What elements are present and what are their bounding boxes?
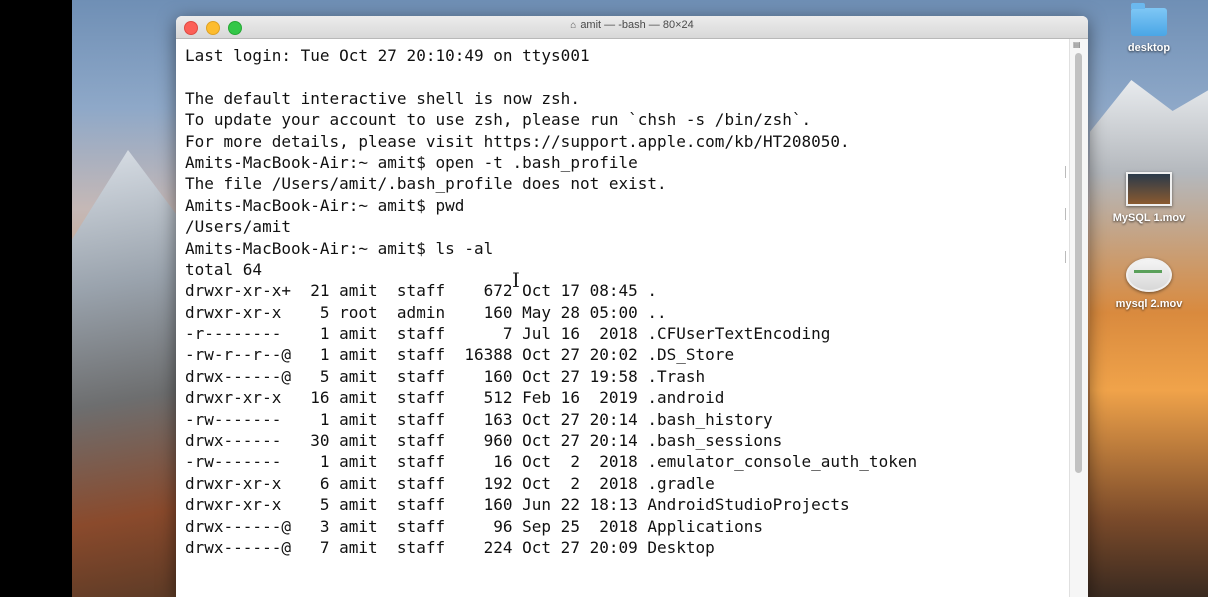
terminal-line: /Users/amit [185,217,291,237]
terminal-line: drwxr-xr-x 6 amit staff 192 Oct 2 2018 .… [185,473,715,493]
window-title-text: amit — -bash — 80×24 [580,19,694,31]
home-icon: ⌂ [570,20,577,31]
desktop-video-item-2[interactable]: mysql 2.mov [1090,258,1208,310]
terminal-line: drwx------@ 3 amit staff 96 Sep 25 2018 … [185,516,763,536]
terminal-line: drwxr-xr-x+ 21 amit staff 672 Oct 17 08:… [185,281,658,301]
vertical-scrollbar[interactable]: ▤ [1069,39,1088,597]
desktop-icon-label: desktop [1127,42,1171,54]
terminal-line: drwx------@ 5 amit staff 160 Oct 27 19:5… [185,366,706,386]
terminal-line: -rw------- 1 amit staff 163 Oct 27 20:14… [185,409,773,429]
desktop-icon-label: mysql 2.mov [1115,298,1183,310]
terminal-line: The default interactive shell is now zsh… [185,88,580,108]
terminal-line: Last login: Tue Oct 27 20:10:49 on ttys0… [185,46,590,65]
terminal-line: Amits-MacBook-Air:~ amit$ pwd [185,195,465,215]
window-titlebar[interactable]: ⌂ amit — -bash — 80×24 [176,16,1088,39]
terminal-output[interactable]: Last login: Tue Oct 27 20:10:49 on ttys0… [176,39,1070,597]
folder-icon [1131,3,1167,36]
video-file-icon [1126,258,1172,292]
prompt-mark [1061,251,1066,263]
window-title: ⌂ amit — -bash — 80×24 [176,19,1088,31]
wallpaper-mountain-right [1090,80,1208,597]
terminal-line: -rw-r--r--@ 1 amit staff 16388 Oct 27 20… [185,345,735,365]
terminal-line: drwx------@ 7 amit staff 224 Oct 27 20:0… [185,537,715,557]
terminal-line: drwxr-xr-x 5 amit staff 160 Jun 22 18:13… [185,495,850,515]
text-cursor-icon: I [512,268,520,292]
terminal-line: For more details, please visit https://s… [185,131,850,151]
video-file-icon [1126,172,1172,206]
terminal-line: -rw------- 1 amit staff 16 Oct 2 2018 .e… [185,452,918,472]
terminal-line: Amits-MacBook-Air:~ amit$ ls -al [185,238,494,258]
terminal-line: total 64 [185,259,263,279]
desktop-icon-label: MySQL 1.mov [1112,212,1186,224]
terminal-line: drwx------ 30 amit staff 960 Oct 27 20:1… [185,431,783,451]
terminal-line: Amits-MacBook-Air:~ amit$ open -t .bash_… [185,152,638,172]
scrollbar-thumb[interactable] [1075,53,1082,473]
prompt-mark [1061,208,1066,220]
scroll-marker-icon: ▤ [1073,40,1081,49]
terminal-line: drwxr-xr-x 5 root admin 160 May 28 05:00… [185,302,667,322]
terminal-line: drwxr-xr-x 16 amit staff 512 Feb 16 2019… [185,388,725,408]
prompt-mark [1061,166,1066,178]
desktop-video-item-1[interactable]: MySQL 1.mov [1090,172,1208,224]
terminal-line: The file /Users/amit/.bash_profile does … [185,174,667,194]
terminal-line: -r-------- 1 amit staff 7 Jul 16 2018 .C… [185,324,831,344]
desktop-folder-item[interactable]: desktop [1090,3,1208,54]
terminal-window[interactable]: ⌂ amit — -bash — 80×24 Last login: Tue Oc… [176,16,1088,597]
terminal-line: To update your account to use zsh, pleas… [185,110,812,130]
